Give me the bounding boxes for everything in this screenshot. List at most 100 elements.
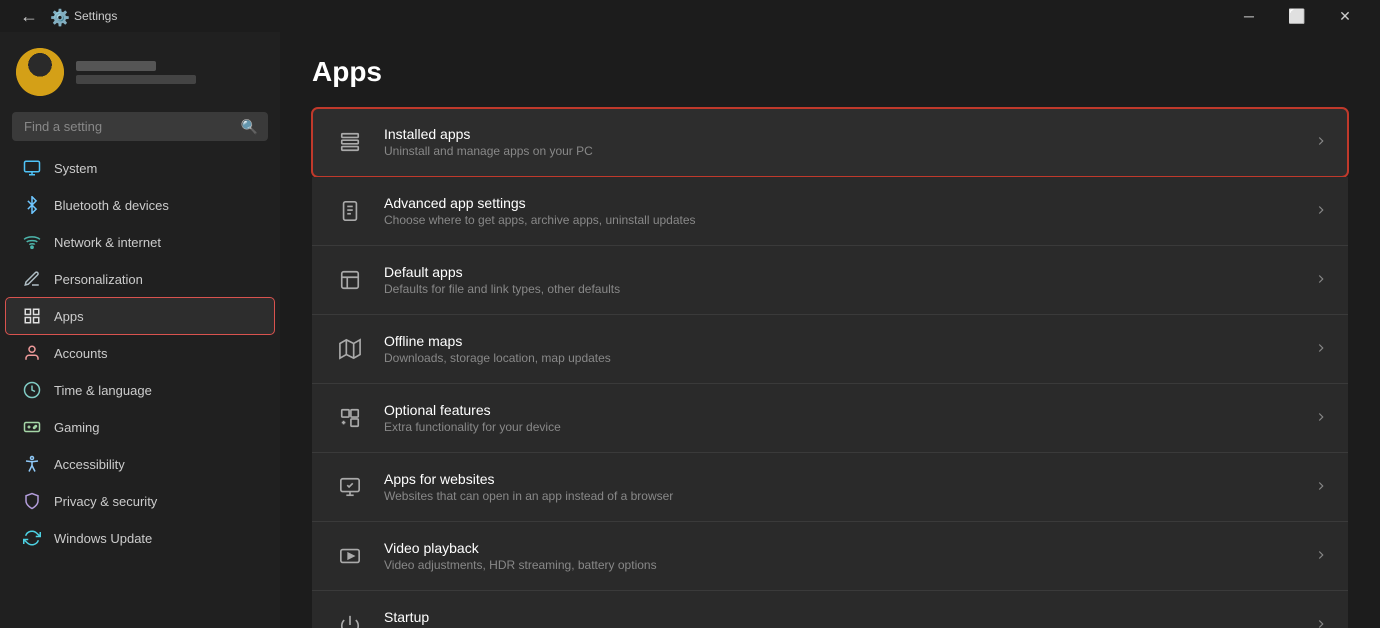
avatar xyxy=(16,48,64,96)
video-playback-description: Video adjustments, HDR streaming, batter… xyxy=(384,558,1302,572)
installed-apps-description: Uninstall and manage apps on your PC xyxy=(384,144,1302,158)
back-button[interactable]: ← xyxy=(12,2,46,31)
advanced-app-settings-description: Choose where to get apps, archive apps, … xyxy=(384,213,1302,227)
system-icon xyxy=(22,158,42,178)
chevron-right-icon xyxy=(1314,410,1328,427)
time-icon xyxy=(22,380,42,400)
content-area: Apps Installed appsUninstall and manage … xyxy=(280,32,1380,628)
apps-for-websites-text: Apps for websitesWebsites that can open … xyxy=(384,471,1302,503)
optional-features-icon xyxy=(332,400,368,436)
window-controls: ─ ⬜ ✕ xyxy=(1226,0,1368,32)
installed-apps-icon xyxy=(332,124,368,160)
minimize-button[interactable]: ─ xyxy=(1226,0,1272,32)
startup-text: StartupApps that start automatically whe… xyxy=(384,609,1302,628)
video-playback-title: Video playback xyxy=(384,540,1302,556)
sidebar-item-label-gaming: Gaming xyxy=(54,420,258,435)
sidebar-item-label-network: Network & internet xyxy=(54,235,258,250)
default-apps-icon xyxy=(332,262,368,298)
sidebar-item-label-accounts: Accounts xyxy=(54,346,258,361)
sidebar-item-gaming[interactable]: Gaming xyxy=(6,409,274,445)
close-button[interactable]: ✕ xyxy=(1322,0,1368,32)
settings-item-installed-apps[interactable]: Installed appsUninstall and manage apps … xyxy=(312,108,1348,177)
user-name xyxy=(76,61,156,71)
sidebar-item-bluetooth[interactable]: Bluetooth & devices xyxy=(6,187,274,223)
settings-item-advanced-app-settings[interactable]: Advanced app settings Choose where to get… xyxy=(312,177,1348,246)
startup-title: Startup xyxy=(384,609,1302,625)
sidebar-nav: System Bluetooth & devices Network & inter… xyxy=(0,149,280,557)
sidebar-item-label-personalization: Personalization xyxy=(54,272,258,287)
search-input[interactable] xyxy=(12,112,268,141)
main-layout: 🔍 System Bluetooth & devices Network & int… xyxy=(0,32,1380,628)
settings-list: Installed appsUninstall and manage apps … xyxy=(312,108,1348,628)
settings-icon: ⚙️ xyxy=(50,8,66,24)
settings-item-apps-for-websites[interactable]: Apps for websitesWebsites that can open … xyxy=(312,453,1348,522)
network-icon xyxy=(22,232,42,252)
sidebar-item-update[interactable]: Windows Update xyxy=(6,520,274,556)
user-email xyxy=(76,75,196,84)
offline-maps-icon xyxy=(332,331,368,367)
settings-item-optional-features[interactable]: Optional features Extra functionality for… xyxy=(312,384,1348,453)
search-icon: 🔍 xyxy=(241,118,258,135)
advanced-app-settings-title: Advanced app settings xyxy=(384,195,1302,211)
default-apps-description: Defaults for file and link types, other … xyxy=(384,282,1302,296)
page-title: Apps xyxy=(312,56,1348,88)
default-apps-title: Default apps xyxy=(384,264,1302,280)
personalization-icon xyxy=(22,269,42,289)
chevron-right-icon xyxy=(1314,203,1328,220)
sidebar-item-privacy[interactable]: Privacy & security xyxy=(6,483,274,519)
chevron-right-icon xyxy=(1314,341,1328,358)
optional-features-text: Optional features Extra functionality for… xyxy=(384,402,1302,434)
optional-features-description: Extra functionality for your device xyxy=(384,420,1302,434)
update-icon xyxy=(22,528,42,548)
settings-item-video-playback[interactable]: Video playback Video adjustments, HDR str… xyxy=(312,522,1348,591)
avatar-image xyxy=(16,48,64,96)
bluetooth-icon xyxy=(22,195,42,215)
settings-item-default-apps[interactable]: Default apps Defaults for file and link t… xyxy=(312,246,1348,315)
chevron-right-icon xyxy=(1314,479,1328,496)
privacy-icon xyxy=(22,491,42,511)
user-info xyxy=(76,61,196,84)
sidebar-item-label-system: System xyxy=(54,161,258,176)
chevron-right-icon xyxy=(1314,548,1328,565)
sidebar-item-label-privacy: Privacy & security xyxy=(54,494,258,509)
chevron-right-icon xyxy=(1314,617,1328,628)
maximize-button[interactable]: ⬜ xyxy=(1274,0,1320,32)
sidebar-item-accessibility[interactable]: Accessibility xyxy=(6,446,274,482)
startup-icon xyxy=(332,607,368,628)
sidebar-item-label-bluetooth: Bluetooth & devices xyxy=(54,198,258,213)
advanced-app-settings-text: Advanced app settings Choose where to get… xyxy=(384,195,1302,227)
chevron-right-icon xyxy=(1314,134,1328,151)
default-apps-text: Default apps Defaults for file and link t… xyxy=(384,264,1302,296)
titlebar-title: Settings xyxy=(74,9,117,23)
offline-maps-text: Offline maps Downloads, storage location,… xyxy=(384,333,1302,365)
sidebar-item-apps[interactable]: Apps xyxy=(6,298,274,334)
sidebar-item-label-accessibility: Accessibility xyxy=(54,457,258,472)
user-profile[interactable] xyxy=(0,32,280,108)
sidebar-item-label-apps: Apps xyxy=(54,309,258,324)
installed-apps-text: Installed appsUninstall and manage apps … xyxy=(384,126,1302,158)
sidebar-item-label-update: Windows Update xyxy=(54,531,258,546)
search-box: 🔍 xyxy=(12,112,268,141)
sidebar-item-network[interactable]: Network & internet xyxy=(6,224,274,260)
sidebar-item-label-time: Time & language xyxy=(54,383,258,398)
settings-item-offline-maps[interactable]: Offline maps Downloads, storage location,… xyxy=(312,315,1348,384)
offline-maps-description: Downloads, storage location, map updates xyxy=(384,351,1302,365)
titlebar: ← ⚙️ Settings ─ ⬜ ✕ xyxy=(0,0,1380,32)
sidebar-item-time[interactable]: Time & language xyxy=(6,372,274,408)
settings-item-startup[interactable]: StartupApps that start automatically whe… xyxy=(312,591,1348,628)
sidebar-item-personalization[interactable]: Personalization xyxy=(6,261,274,297)
apps-icon xyxy=(22,306,42,326)
advanced-app-settings-icon xyxy=(332,193,368,229)
video-playback-icon xyxy=(332,538,368,574)
chevron-right-icon xyxy=(1314,272,1328,289)
sidebar-item-system[interactable]: System xyxy=(6,150,274,186)
offline-maps-title: Offline maps xyxy=(384,333,1302,349)
sidebar: 🔍 System Bluetooth & devices Network & int… xyxy=(0,32,280,628)
video-playback-text: Video playback Video adjustments, HDR str… xyxy=(384,540,1302,572)
apps-for-websites-description: Websites that can open in an app instead… xyxy=(384,489,1302,503)
optional-features-title: Optional features xyxy=(384,402,1302,418)
gaming-icon xyxy=(22,417,42,437)
accounts-icon xyxy=(22,343,42,363)
accessibility-icon xyxy=(22,454,42,474)
sidebar-item-accounts[interactable]: Accounts xyxy=(6,335,274,371)
